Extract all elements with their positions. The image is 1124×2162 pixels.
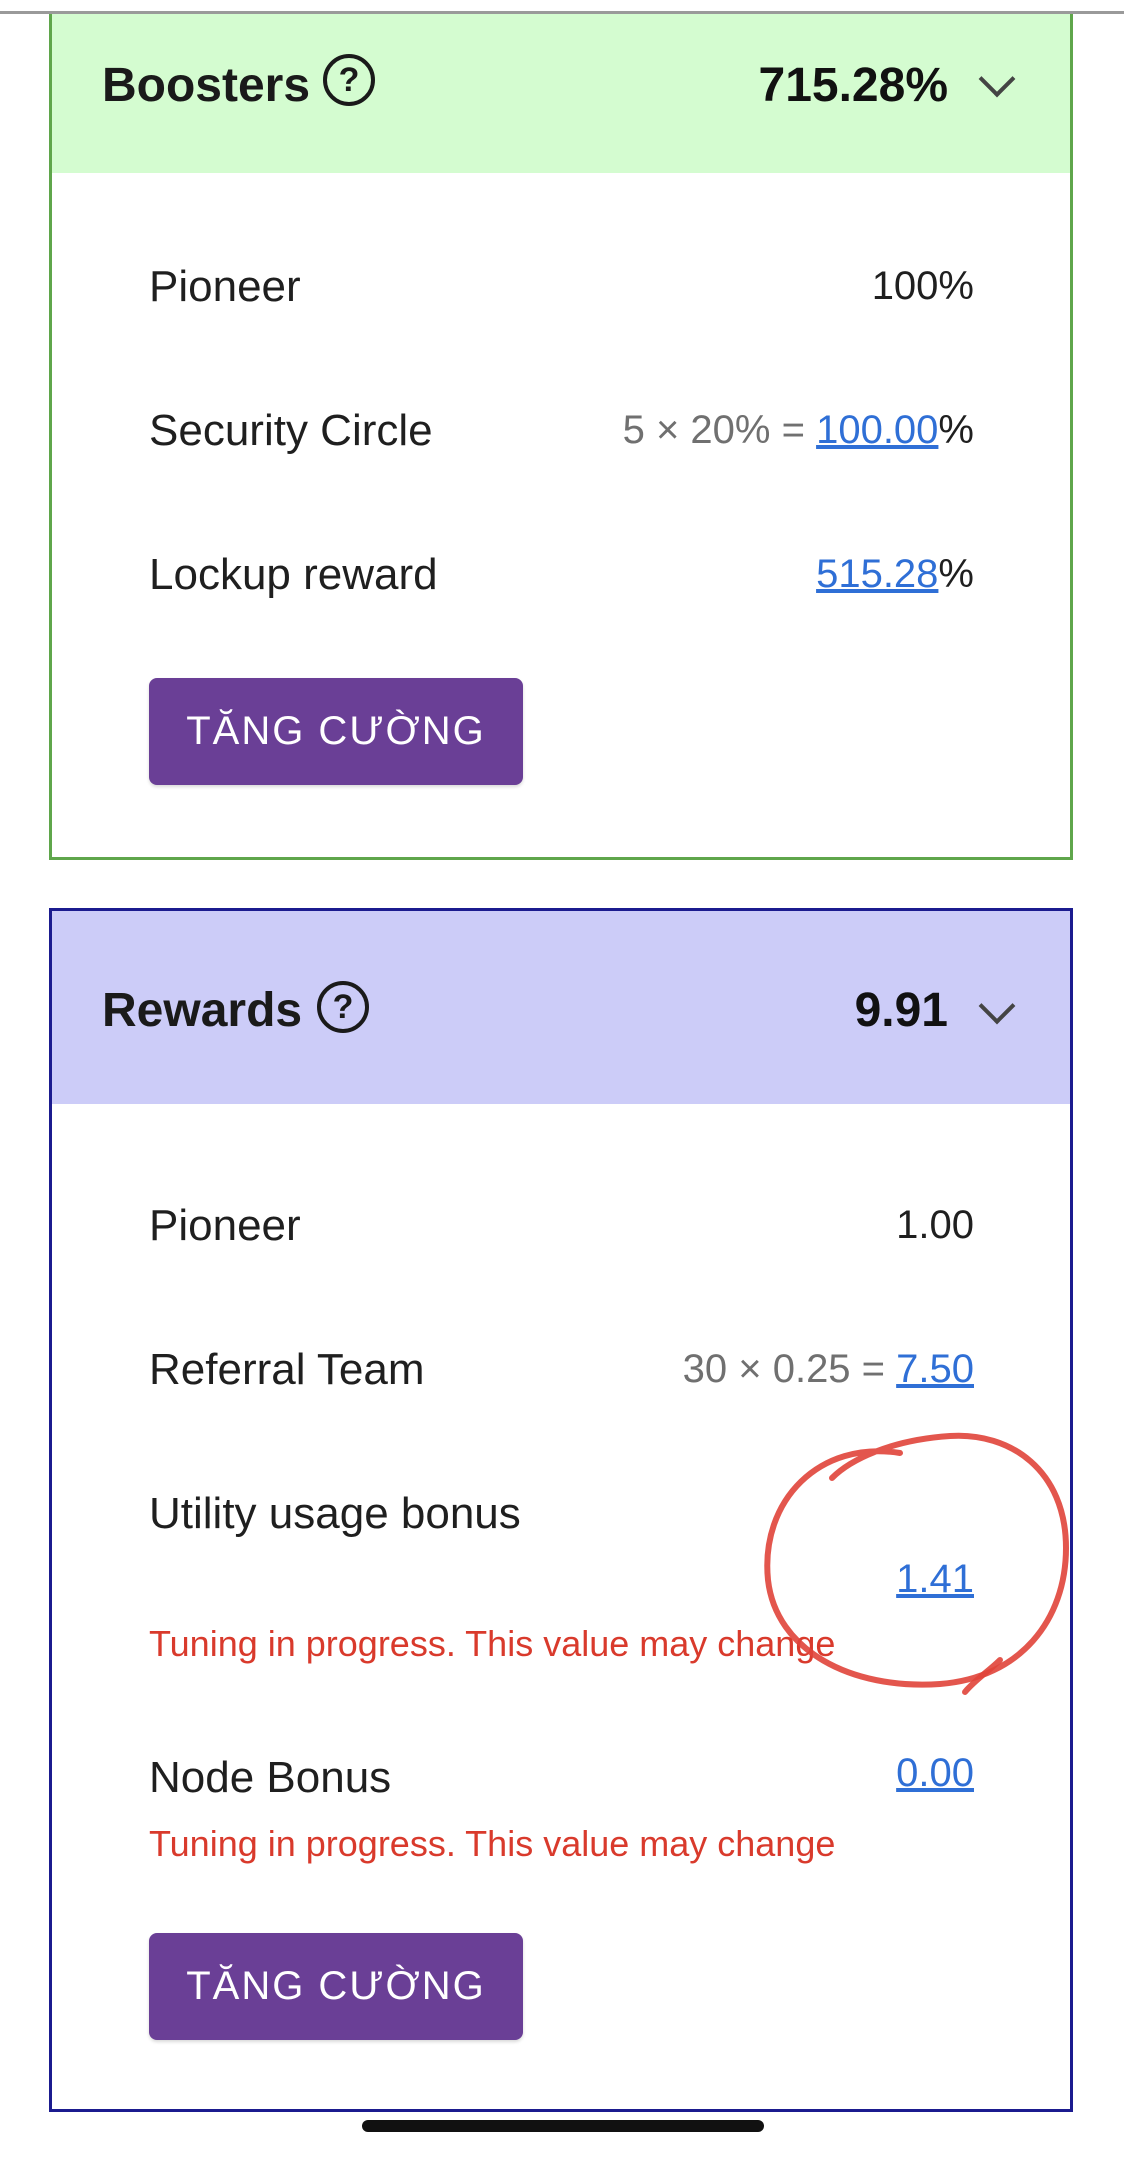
home-indicator[interactable] [362, 2120, 764, 2132]
security-circle-link[interactable]: 100.00 [816, 408, 938, 452]
referral-team-label: Referral Team [149, 1345, 425, 1394]
boosters-pioneer-value: 100% [871, 264, 974, 308]
rewards-help-icon[interactable]: ? [317, 981, 369, 1033]
boosters-header[interactable]: Boosters ? 715.28% [52, 14, 1070, 173]
node-bonus-link[interactable]: 0.00 [896, 1751, 974, 1795]
boosters-total: 715.28% [758, 59, 949, 112]
security-circle-value: 5 × 20% = 100.00% [623, 408, 974, 453]
chevron-down-icon[interactable] [978, 60, 1016, 98]
referral-team-formula: 30 × 0.25 = [682, 1347, 897, 1391]
node-bonus-label: Node Bonus [149, 1753, 392, 1802]
security-circle-suffix: % [938, 408, 974, 452]
node-bonus-value: 0.00 [896, 1751, 974, 1796]
rewards-boost-button[interactable]: TĂNG CƯỜNG [149, 1933, 523, 2040]
lockup-reward-value: 515.28% [816, 552, 974, 597]
rewards-header[interactable]: Rewards ? 9.91 [52, 911, 1070, 1104]
chevron-down-icon[interactable] [978, 987, 1016, 1025]
boosters-pioneer-label: Pioneer [149, 262, 301, 311]
rewards-pioneer-label: Pioneer [149, 1201, 301, 1250]
boosters-boost-button[interactable]: TĂNG CƯỜNG [149, 678, 523, 785]
rewards-pioneer-value: 1.00 [896, 1203, 974, 1247]
lockup-reward-suffix: % [938, 552, 974, 596]
rewards-total: 9.91 [854, 984, 948, 1037]
rewards-card: Rewards ? 9.91 Pioneer 1.00 Referral Tea… [49, 908, 1073, 2112]
boosters-card: Boosters ? 715.28% Pioneer 100% Security… [49, 14, 1073, 860]
utility-usage-bonus-link[interactable]: 1.41 [896, 1557, 974, 1601]
utility-usage-bonus-label: Utility usage bonus [149, 1489, 521, 1538]
utility-usage-warning: Tuning in progress. This value may chang… [149, 1623, 836, 1664]
lockup-reward-link[interactable]: 515.28 [816, 552, 938, 596]
node-bonus-warning: Tuning in progress. This value may chang… [149, 1823, 836, 1864]
lockup-reward-label: Lockup reward [149, 550, 438, 599]
utility-usage-bonus-value: 1.41 [896, 1557, 974, 1602]
rewards-title: Rewards [102, 984, 303, 1037]
boosters-title: Boosters [102, 59, 311, 112]
referral-team-value: 30 × 0.25 = 7.50 [683, 1347, 974, 1392]
boosters-help-icon[interactable]: ? [323, 54, 375, 106]
security-circle-label: Security Circle [149, 406, 433, 455]
referral-team-link[interactable]: 7.50 [896, 1347, 974, 1391]
security-circle-formula: 5 × 20% = [622, 408, 817, 452]
